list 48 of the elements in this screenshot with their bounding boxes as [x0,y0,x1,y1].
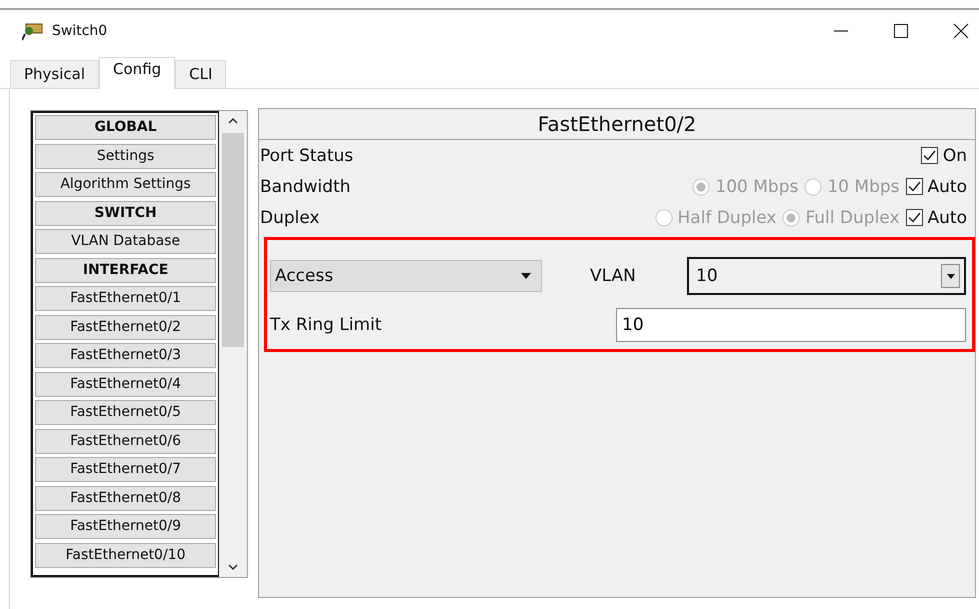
tab[interactable]: Physical [10,60,100,88]
row-label: Bandwidth [259,176,351,196]
sidebar-item[interactable]: FastEthernet0/7 [35,457,216,482]
window-title: Switch0 [52,23,108,39]
option-label: Auto [928,176,967,196]
checkbox[interactable] [906,209,923,226]
sidebar-item[interactable]: FastEthernet0/8 [35,486,216,510]
row-label: Port Status [259,146,354,166]
sidebar-item[interactable]: VLAN Database [35,229,216,254]
tab[interactable]: CLI [175,60,226,88]
option-label: Full Duplex [805,208,900,228]
dropdown-button[interactable] [941,264,960,288]
scroll-down-icon[interactable] [228,563,238,571]
tx-ring-limit-label: Tx Ring Limit [270,315,382,335]
switch-icon [22,21,44,41]
sidebar-item[interactable]: FastEthernet0/2 [35,314,216,340]
sidebar-item[interactable]: FastEthernet0/6 [35,428,216,454]
row-label: Duplex [259,208,320,228]
mode-dropdown[interactable]: Access [270,260,542,292]
sidebar-item[interactable]: FastEthernet0/4 [35,372,216,396]
sidebar-item[interactable]: FastEthernet0/3 [35,343,216,368]
tx-ring-limit-field[interactable]: 10 [616,308,966,342]
dropdown-arrow-icon [521,273,531,279]
option-label: Auto [928,208,967,228]
close-icon[interactable] [953,23,969,39]
sidebar-item[interactable]: FastEthernet0/1 [35,286,216,311]
sidebar-item[interactable]: Algorithm Settings [35,172,216,197]
tab[interactable]: Config [99,57,176,89]
section-header[interactable]: INTERFACE [35,258,216,282]
scroll-up-icon[interactable] [228,117,238,125]
checkbox[interactable] [920,147,938,164]
option-label: Half Duplex [678,208,776,228]
dropdown-arrow-icon [946,274,954,278]
maximize-icon[interactable] [893,23,909,39]
sidebar-item[interactable]: FastEthernet0/9 [35,514,216,539]
option-label: On [942,146,967,166]
option-label: 10 Mbps [827,176,900,196]
sidebar-item[interactable]: FastEthernet0/5 [35,400,216,425]
sidebar-item[interactable]: FastEthernet0/10 [35,542,216,568]
sidebar-item[interactable]: Settings [35,144,216,168]
panel-title: FastEthernet0/2 [259,109,975,140]
section-header[interactable]: SWITCH [35,200,216,226]
vlan-dropdown[interactable]: 10 [687,257,966,295]
section-header[interactable]: GLOBAL [35,115,216,140]
vlan-label: VLAN [590,266,637,286]
scroll-thumb[interactable] [222,133,244,347]
option-label: 100 Mbps [715,176,798,196]
checkbox[interactable] [906,178,923,195]
